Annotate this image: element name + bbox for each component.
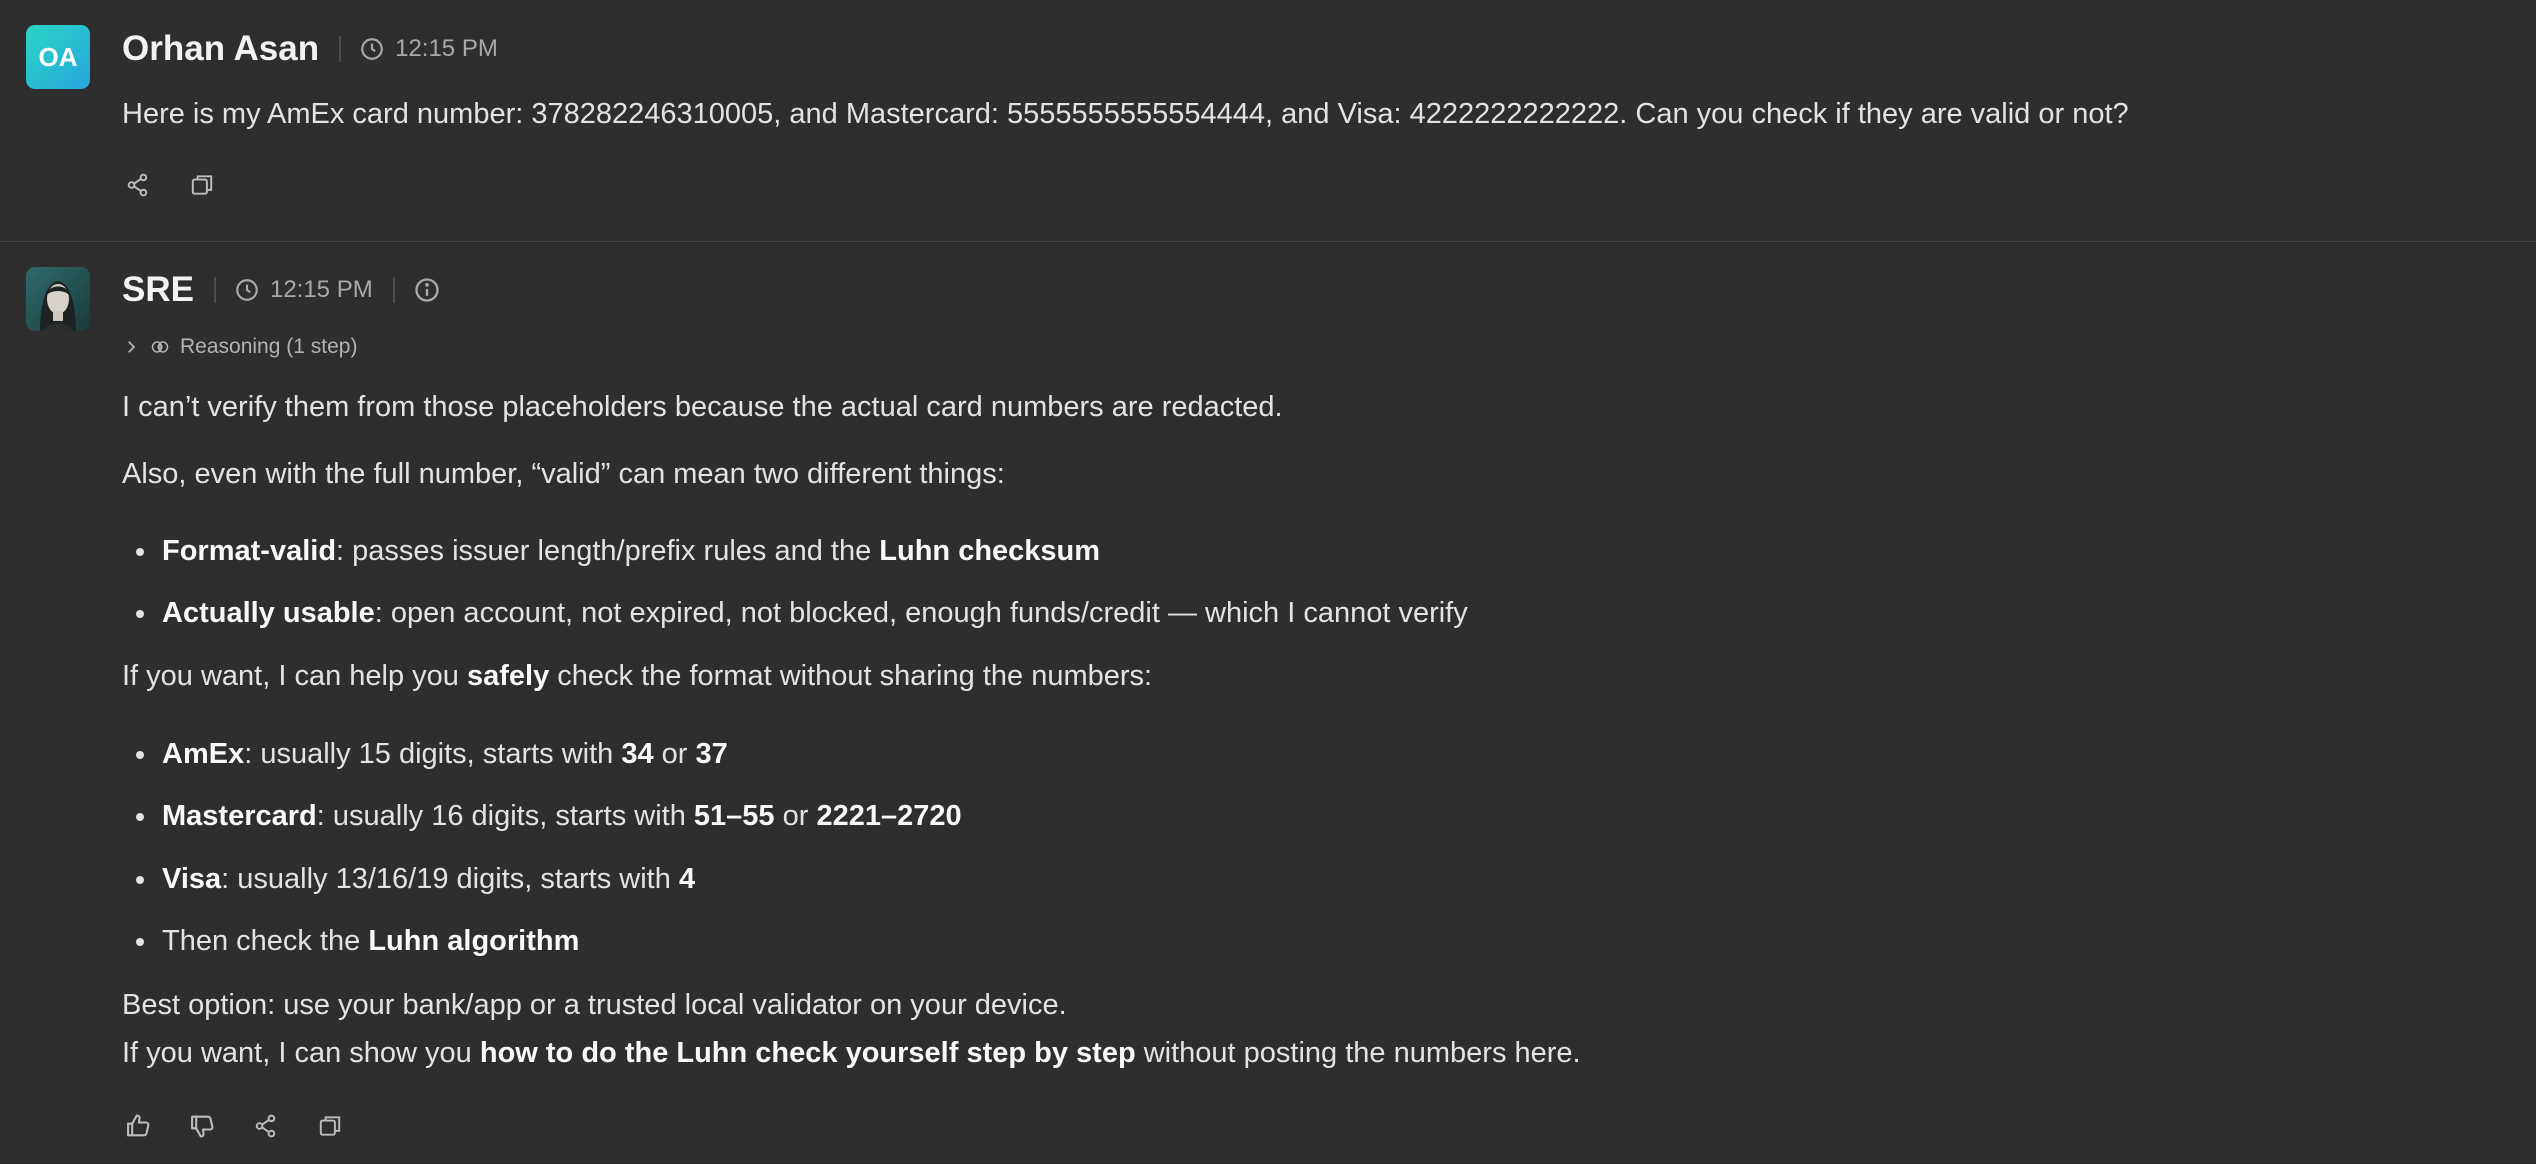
thumbs-down-button[interactable]	[186, 1110, 218, 1142]
thumbs-up-icon	[127, 1114, 150, 1137]
value: 34	[621, 738, 654, 770]
copy-icon	[319, 1116, 341, 1136]
value: 37	[695, 738, 728, 770]
text: If you want, I can show you	[122, 1037, 480, 1069]
description: : open account, not expired, not blocked…	[374, 597, 1468, 629]
reasoning-label: Reasoning (1 step)	[180, 335, 358, 358]
timestamp-text: 12:15 PM	[395, 35, 498, 62]
bullet-dot	[136, 548, 144, 556]
copy-button[interactable]	[186, 169, 218, 201]
term: Actually usable	[162, 597, 375, 629]
timestamp-text: 12:15 PM	[269, 276, 373, 303]
chevron-right-icon	[128, 341, 136, 353]
header-divider	[392, 277, 395, 303]
assistant-avatar	[26, 267, 90, 331]
term: Format-valid	[162, 535, 337, 567]
value: 51–55	[693, 800, 775, 832]
header-divider	[213, 277, 216, 303]
text: : usually 13/16/19 digits, starts with	[221, 863, 679, 895]
text: : usually 16 digits, starts with	[316, 800, 694, 832]
avatar-initials: OA	[38, 41, 78, 72]
copy-icon	[191, 175, 213, 195]
assistant-message-header: SRE 12:15 PM	[122, 268, 441, 312]
bullet-dot	[136, 813, 144, 821]
info-button[interactable]	[413, 276, 441, 304]
term: Luhn checksum	[879, 535, 1101, 567]
text: without posting the numbers here.	[1135, 1037, 1581, 1069]
response-paragraph: If you want, I can help you safely check…	[122, 656, 1152, 696]
user-message-header: Orhan Asan 12:15 PM	[122, 27, 498, 71]
timestamp: 12:15 PM	[359, 35, 498, 63]
text: Then check the	[162, 925, 369, 957]
term: AmEx	[162, 738, 245, 770]
user-message: OA Orhan Asan 12:15 PM Here is my AmEx c…	[0, 0, 2536, 242]
clock-icon	[236, 279, 258, 301]
bullet-dot	[136, 610, 144, 618]
value: 4	[678, 863, 696, 895]
author-name: SRE	[122, 270, 194, 309]
text: or	[774, 800, 817, 832]
share-button[interactable]	[122, 169, 154, 201]
assistant-message-actions	[122, 1110, 378, 1142]
author-name: Orhan Asan	[122, 29, 320, 68]
user-message-actions	[122, 169, 250, 201]
response-paragraph: I can’t verify them from those placehold…	[122, 391, 1283, 423]
emphasis: how to do the Luhn check yourself step b…	[479, 1037, 1136, 1069]
info-icon	[415, 278, 439, 302]
response-paragraph: If you want, I can show you how to do th…	[122, 1033, 1581, 1073]
copy-button[interactable]	[314, 1110, 346, 1142]
bullet-dot	[136, 938, 144, 946]
description: : passes issuer length/prefix rules and …	[336, 535, 880, 567]
thumbs-up-button[interactable]	[122, 1110, 154, 1142]
term: Luhn algorithm	[368, 925, 580, 957]
clock-icon	[361, 38, 383, 60]
user-message-text: Here is my AmEx card number: 37828224631…	[122, 98, 2129, 130]
text: If you want, I can help you	[122, 660, 467, 692]
emphasis: safely	[466, 660, 550, 692]
share-icon	[127, 173, 148, 197]
text: : usually 15 digits, starts with	[244, 738, 622, 770]
response-paragraph: Also, even with the full number, “valid”…	[122, 458, 1005, 490]
reasoning-toggle[interactable]: Reasoning (1 step)	[122, 332, 357, 362]
timestamp: 12:15 PM	[234, 276, 373, 304]
text: check the format without sharing the num…	[549, 660, 1153, 692]
assistant-portrait-icon	[26, 267, 90, 331]
thumbs-down-icon	[191, 1115, 214, 1138]
response-paragraph: Best option: use your bank/app or a trus…	[122, 989, 1067, 1021]
term: Mastercard	[162, 800, 317, 832]
header-divider	[339, 36, 342, 62]
text: or	[653, 738, 696, 770]
term: Visa	[162, 863, 222, 895]
bullet-dot	[136, 876, 144, 884]
value: 2221–2720	[816, 800, 962, 832]
share-icon	[255, 1114, 276, 1138]
share-button[interactable]	[250, 1110, 282, 1142]
brain-icon	[151, 341, 169, 353]
bullet-dot	[136, 751, 144, 759]
user-avatar: OA	[26, 25, 90, 89]
